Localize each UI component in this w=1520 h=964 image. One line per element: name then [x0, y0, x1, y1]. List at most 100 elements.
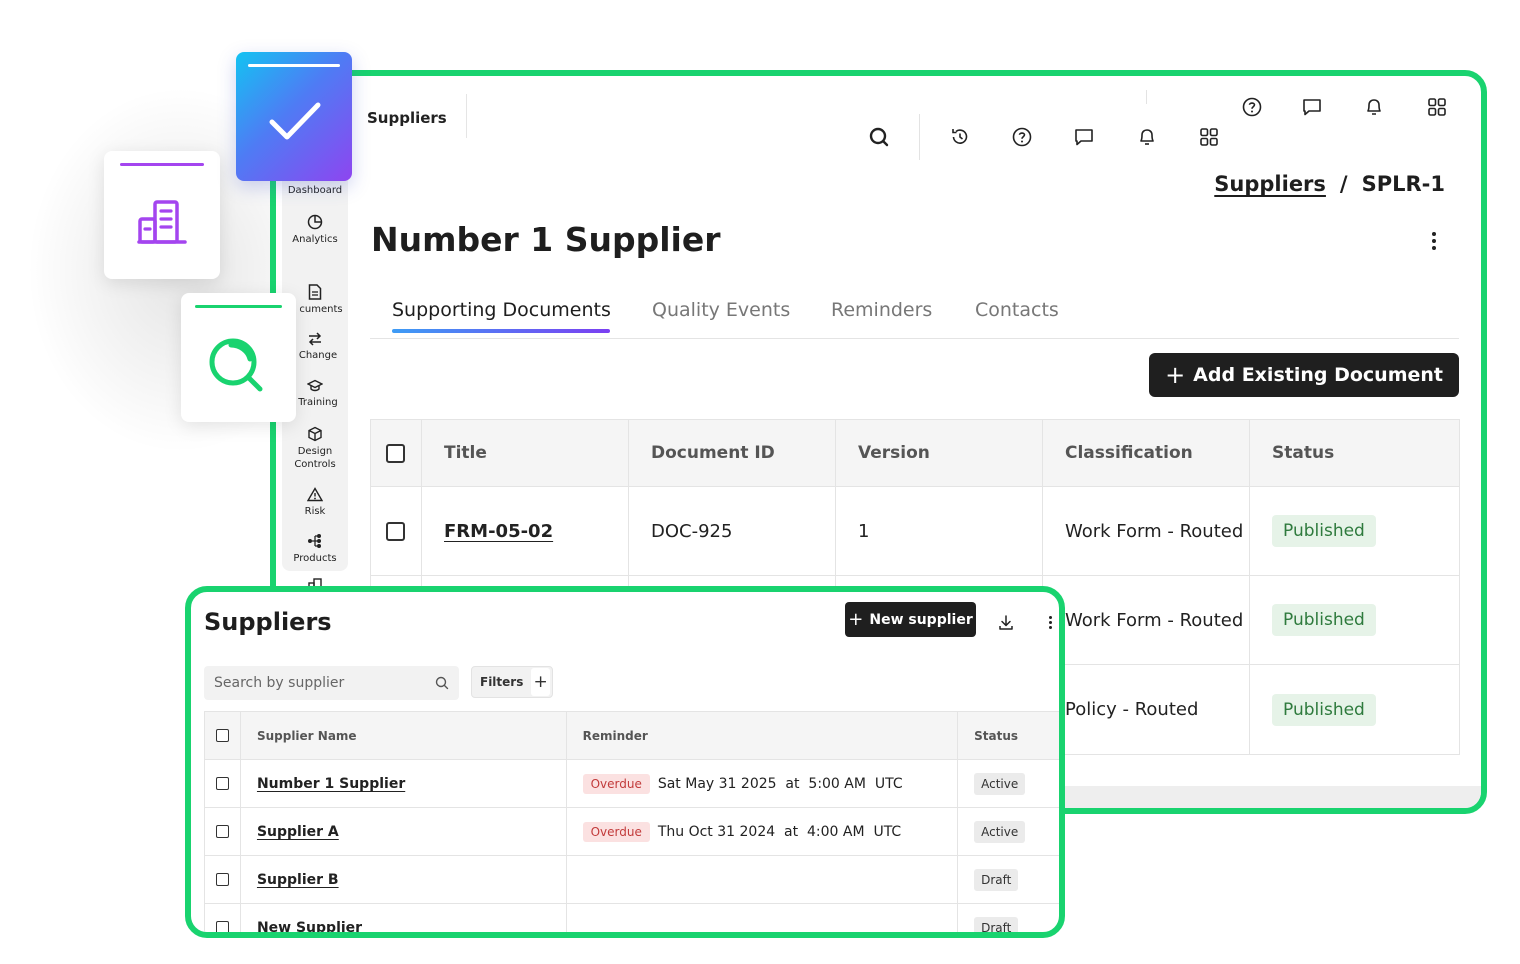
column-header-document-id[interactable]: Document ID — [629, 420, 836, 486]
select-all-cell — [371, 420, 422, 486]
help-button[interactable] — [1009, 124, 1035, 150]
select-all-checkbox[interactable] — [215, 729, 229, 742]
select-all-cell — [205, 712, 241, 759]
suppliers-more-options-button[interactable] — [1046, 616, 1054, 632]
card-accent-bar — [195, 305, 282, 308]
cube-icon — [308, 426, 322, 442]
help-icon — [1242, 97, 1262, 117]
change-arrows-icon — [308, 332, 322, 346]
column-header-title[interactable]: Title — [422, 420, 629, 486]
nav-item-analytics[interactable]: Analytics — [282, 214, 348, 246]
kebab-dot — [1048, 616, 1052, 619]
supplier-link[interactable]: Supplier B — [257, 872, 339, 888]
buildings-card — [104, 151, 220, 279]
help-button-top[interactable] — [1239, 94, 1265, 120]
column-header-classification[interactable]: Classification — [1043, 420, 1250, 486]
nav-item-design-controls[interactable]: Design Controls — [282, 426, 348, 471]
table-row: FRM-05-02 DOC-925 1 Work Form - Routed P… — [371, 487, 1459, 576]
nav-label-analytics: Analytics — [292, 234, 338, 245]
supplier-name-cell: Number 1 Supplier — [241, 760, 567, 807]
supplier-search-input[interactable] — [214, 675, 435, 691]
reminder-date: Thu Oct 31 2024 at 4:00 AM UTC — [657, 823, 902, 840]
column-header-status[interactable]: Status — [1250, 420, 1459, 486]
new-supplier-button[interactable]: + New supplier — [845, 602, 976, 637]
supplier-name-cell: Supplier B — [241, 856, 567, 903]
app-title: Suppliers — [367, 109, 447, 127]
title-divider — [466, 94, 467, 138]
header-divider-top — [1146, 90, 1147, 104]
row-checkbox[interactable] — [386, 521, 405, 541]
row-select-cell — [205, 856, 241, 903]
row-checkbox[interactable] — [215, 825, 229, 838]
status-badge: Published — [1272, 604, 1376, 636]
tab-contacts[interactable]: Contacts — [975, 299, 1059, 321]
search-icon — [209, 338, 263, 392]
row-checkbox[interactable] — [215, 921, 229, 932]
suppliers-table: Supplier Name Reminder Status Number 1 S… — [204, 711, 1059, 933]
chat-button-top[interactable] — [1299, 94, 1325, 120]
table-row: Number 1 Supplier Overdue Sat May 31 2025… — [205, 760, 1059, 808]
more-options-button[interactable] — [1425, 228, 1443, 254]
search-button[interactable] — [866, 124, 892, 150]
row-select-cell — [205, 760, 241, 807]
supplier-link[interactable]: Supplier A — [257, 824, 339, 840]
document-icon — [308, 284, 322, 300]
supplier-search[interactable] — [204, 666, 459, 700]
apps-button[interactable] — [1196, 124, 1222, 150]
chat-icon — [1303, 99, 1321, 116]
add-existing-document-button[interactable]: + Add Existing Document — [1149, 353, 1459, 397]
row-checkbox[interactable] — [215, 777, 229, 790]
page-title: Number 1 Supplier — [371, 220, 721, 259]
plus-icon: + — [848, 608, 864, 630]
row-select-cell — [205, 808, 241, 855]
status-cell: Published — [1250, 576, 1459, 664]
column-header-supplier-name[interactable]: Supplier Name — [241, 712, 567, 759]
status-cell: Active — [958, 760, 1059, 807]
chat-button[interactable] — [1071, 124, 1097, 150]
tab-quality-events[interactable]: Quality Events — [652, 299, 790, 321]
supplier-link[interactable]: Number 1 Supplier — [257, 776, 405, 792]
select-all-checkbox[interactable] — [386, 443, 405, 463]
notifications-button-top[interactable] — [1361, 94, 1387, 120]
tab-supporting-documents[interactable]: Supporting Documents — [392, 299, 611, 321]
table-row: Supplier B Draft — [205, 856, 1059, 904]
pie-chart-icon — [307, 214, 323, 230]
breadcrumb-current: SPLR-1 — [1361, 172, 1445, 196]
nav-item-products[interactable]: Products — [282, 533, 348, 565]
supplier-link[interactable]: New Supplier — [257, 920, 362, 933]
apps-button-top[interactable] — [1424, 94, 1450, 120]
kebab-dot — [1432, 239, 1436, 243]
row-checkbox[interactable] — [215, 873, 229, 886]
history-button[interactable] — [947, 124, 973, 150]
classification-text: Work Form - Routed — [1065, 609, 1244, 631]
status-badge: Published — [1272, 693, 1376, 726]
reminder-date: Sat May 31 2025 at 5:00 AM UTC — [657, 775, 903, 792]
new-supplier-label: New supplier — [869, 611, 973, 628]
download-icon[interactable] — [997, 614, 1015, 632]
tab-reminders[interactable]: Reminders — [831, 299, 932, 321]
breadcrumb: Suppliers / SPLR-1 — [1214, 172, 1445, 196]
suppliers-list-window: Suppliers + New supplier Filters + Suppl… — [185, 586, 1065, 938]
add-filter-plus-icon[interactable]: + — [531, 668, 550, 696]
breadcrumb-suppliers-link[interactable]: Suppliers — [1214, 172, 1326, 196]
supplier-name-cell: New Supplier — [241, 904, 567, 933]
classification-text: Work Form - Routed — [1065, 520, 1244, 542]
column-header-reminder[interactable]: Reminder — [567, 712, 959, 759]
status-cell: Published — [1250, 487, 1459, 575]
history-icon — [952, 129, 968, 144]
document-title-link[interactable]: FRM-05-02 — [444, 521, 553, 542]
bell-icon — [1367, 99, 1381, 115]
notifications-button[interactable] — [1134, 124, 1160, 150]
filters-button[interactable]: Filters + — [471, 666, 553, 698]
nav-item-risk[interactable]: Risk — [282, 487, 348, 518]
column-header-status[interactable]: Status — [958, 712, 1059, 759]
apps-grid-icon — [1200, 128, 1218, 146]
nav-item-dashboard[interactable]: Dashboard — [282, 184, 348, 197]
version-cell: 1 — [836, 487, 1043, 575]
kebab-dot — [1048, 621, 1052, 624]
nav-label-change: Change — [298, 350, 338, 361]
column-header-version[interactable]: Version — [836, 420, 1043, 486]
chat-icon — [1075, 129, 1093, 146]
active-tab-indicator — [392, 329, 610, 333]
buildings-icon — [137, 200, 187, 244]
